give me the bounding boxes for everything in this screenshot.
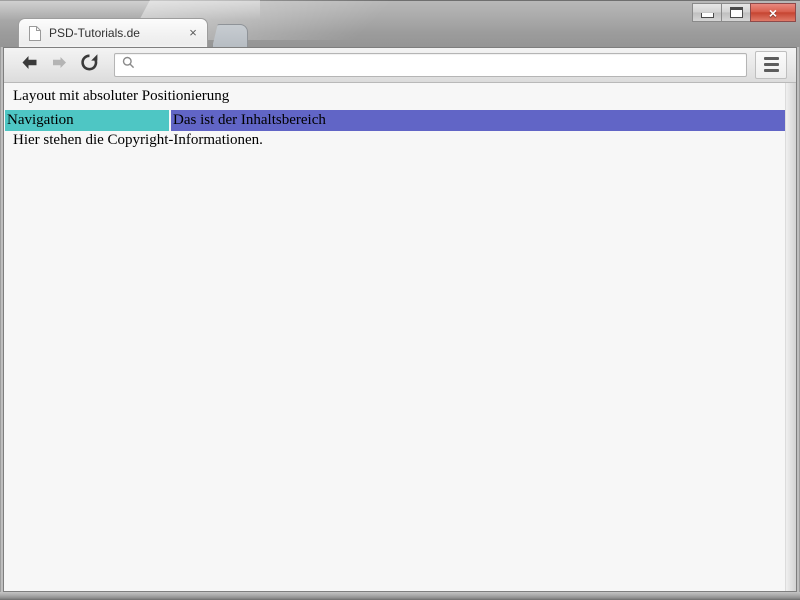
reload-button[interactable] xyxy=(74,51,104,79)
reload-icon xyxy=(80,53,99,77)
maximize-icon xyxy=(729,7,743,18)
close-button[interactable]: × xyxy=(750,3,796,22)
menu-button[interactable] xyxy=(755,50,787,79)
page-header: Layout mit absoluter Positionierung xyxy=(13,88,230,104)
page-navigation-block: Navigation xyxy=(5,110,169,131)
minimize-button[interactable] xyxy=(692,3,721,22)
hamburger-icon-line-3 xyxy=(763,69,779,72)
page-viewport: Layout mit absoluter Positionierung Navi… xyxy=(4,83,796,592)
web-page: Layout mit absoluter Positionierung Navi… xyxy=(4,83,785,592)
window-controls: × xyxy=(692,3,796,22)
new-tab-button[interactable] xyxy=(212,24,248,47)
hamburger-icon-line-2 xyxy=(763,63,779,66)
tab-psd-tutorials[interactable]: PSD-Tutorials.de × xyxy=(18,18,208,47)
tab-title: PSD-Tutorials.de xyxy=(49,26,140,40)
back-button[interactable] xyxy=(14,51,44,79)
tab-close-icon[interactable]: × xyxy=(185,25,201,41)
close-icon: × xyxy=(768,4,778,21)
page-icon xyxy=(29,25,41,41)
window-frame-left xyxy=(0,47,4,596)
back-arrow-icon xyxy=(20,54,39,76)
page-footer: Hier stehen die Copyright-Informationen. xyxy=(13,132,263,148)
window-frame-bottom xyxy=(0,592,800,600)
address-bar[interactable] xyxy=(114,52,747,77)
page-content-block: Das ist der Inhaltsbereich xyxy=(171,110,785,131)
window-top-edge xyxy=(0,0,800,1)
hamburger-icon-line-1 xyxy=(763,57,779,60)
title-bar: × PSD-Tutorials.de × xyxy=(0,0,800,47)
search-icon xyxy=(122,56,135,74)
vertical-scrollbar[interactable] xyxy=(785,83,796,592)
titlebar-gloss xyxy=(0,0,260,20)
forward-arrow-icon xyxy=(50,54,69,76)
window-frame-right xyxy=(796,47,800,596)
minimize-icon xyxy=(700,13,714,18)
browser-window: × PSD-Tutorials.de × Layout mit absolute… xyxy=(0,0,800,600)
browser-toolbar xyxy=(4,47,796,83)
maximize-button[interactable] xyxy=(721,3,750,22)
forward-button[interactable] xyxy=(44,51,74,79)
address-bar-input[interactable] xyxy=(141,56,746,73)
